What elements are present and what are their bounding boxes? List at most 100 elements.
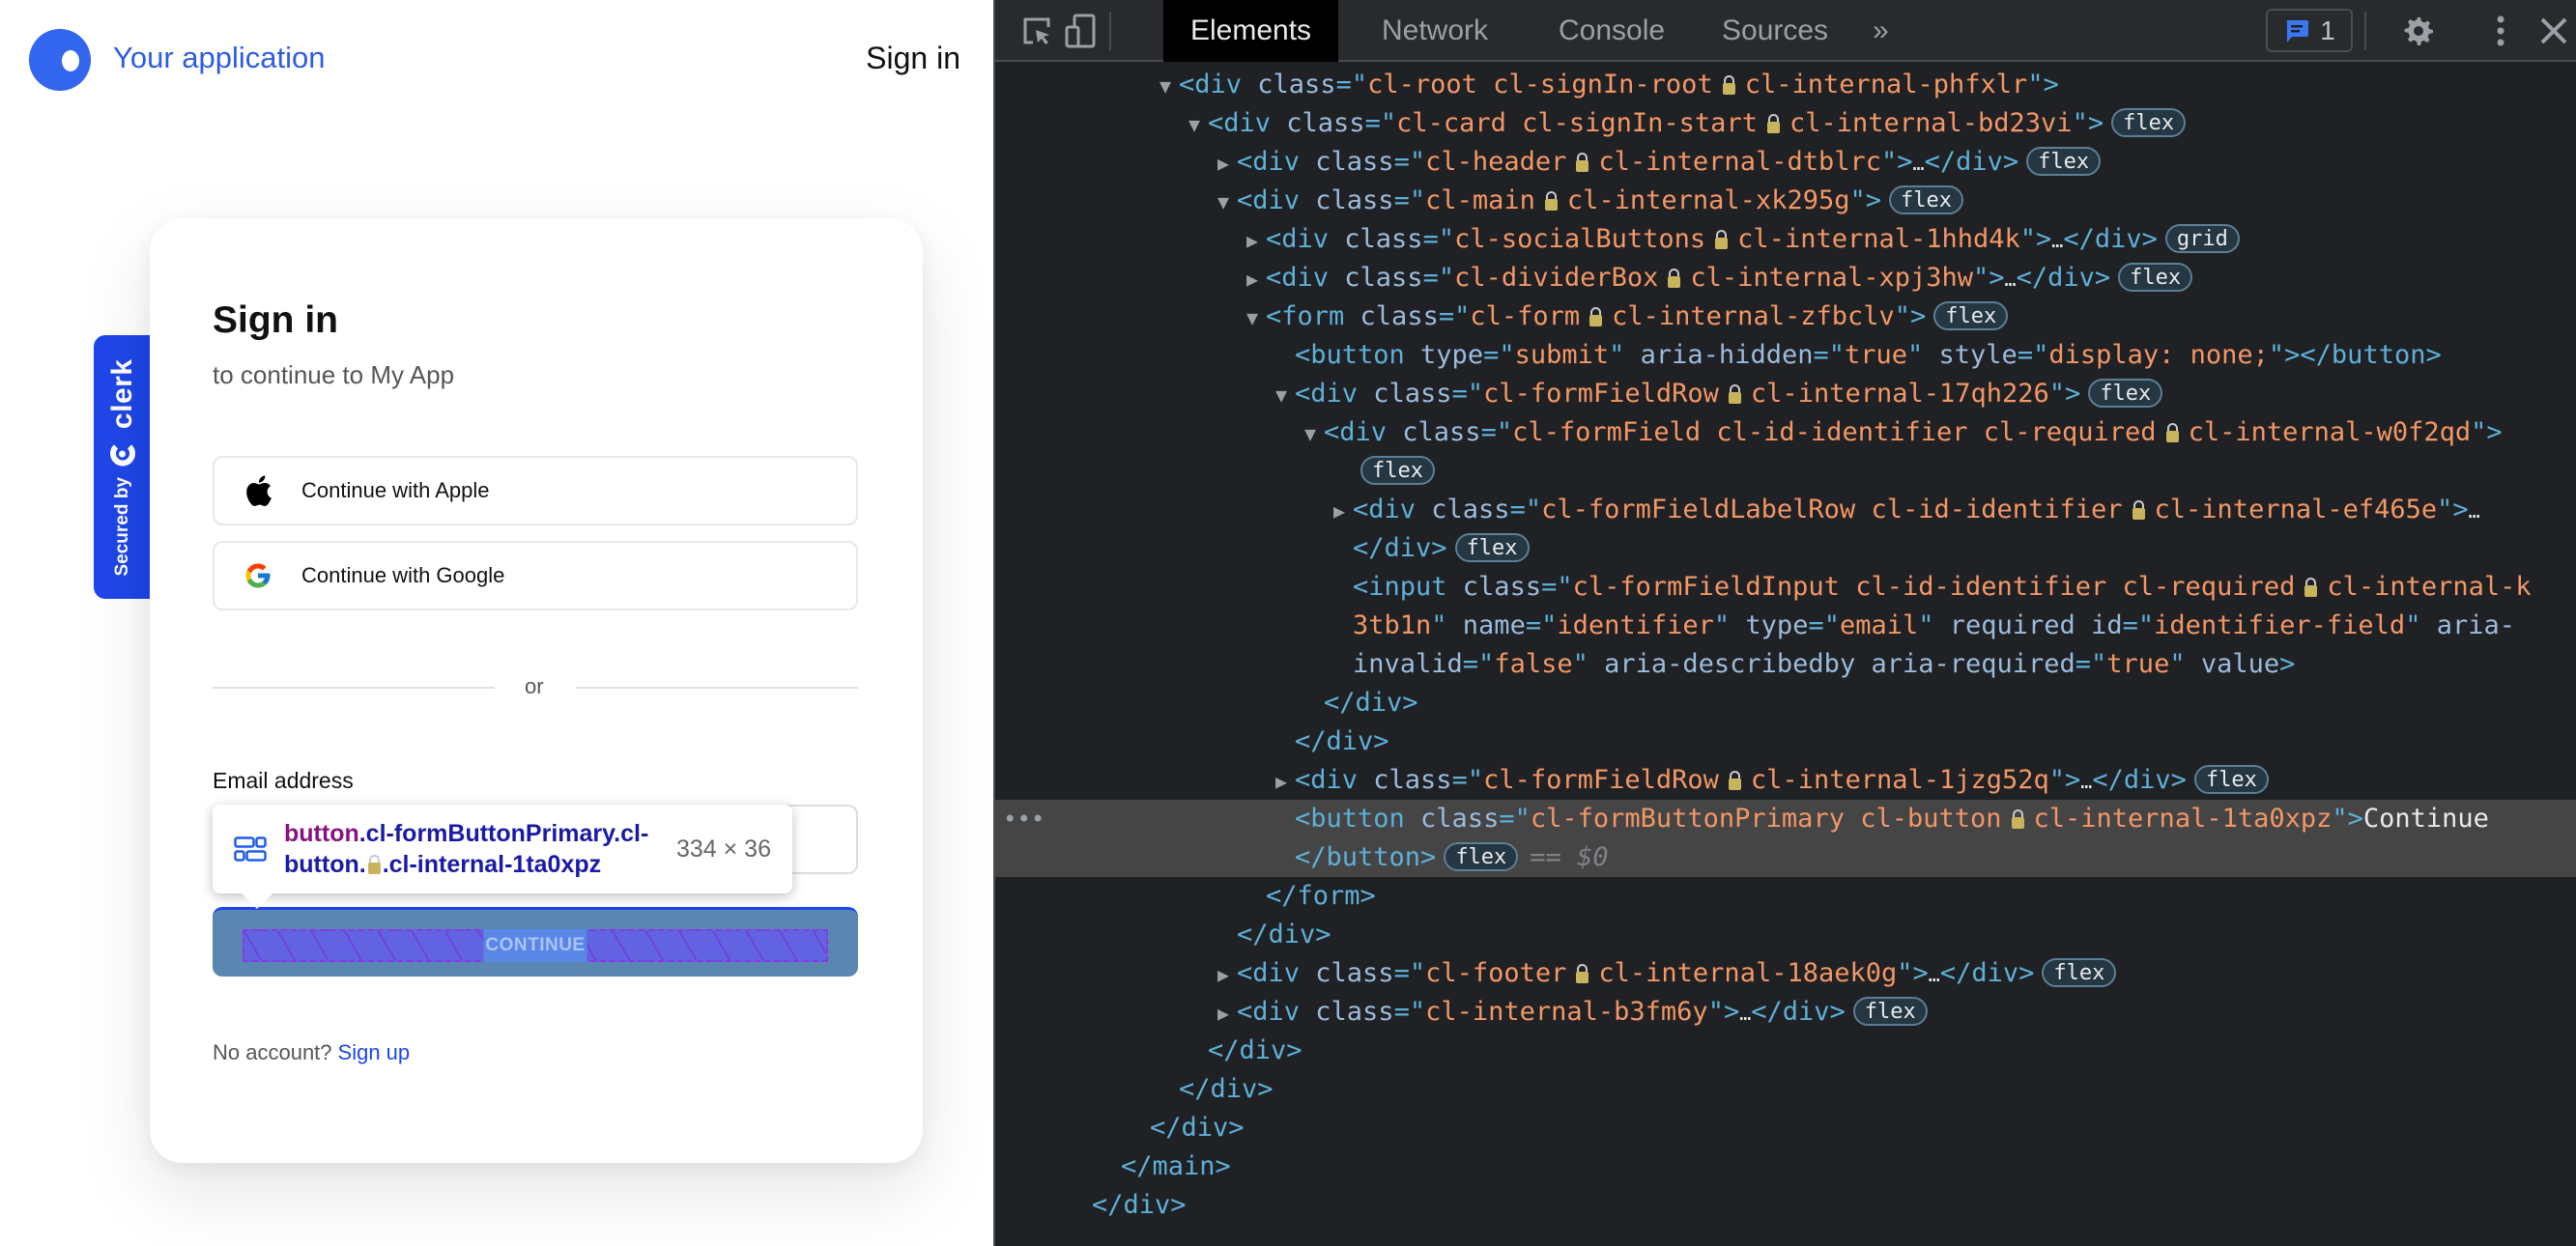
- collapsed-ellipsis[interactable]: …: [2005, 260, 2017, 298]
- app-brand-name[interactable]: Your application: [113, 41, 325, 75]
- layout-badge[interactable]: flex: [1933, 301, 2009, 330]
- collapse-triangle-icon[interactable]: ▼: [1217, 183, 1237, 221]
- continue-button[interactable]: CONTINUE: [213, 907, 858, 977]
- collapsed-ellipsis[interactable]: …: [2469, 492, 2480, 530]
- attr-value-token: cl-internal-zfbclv: [1612, 301, 1895, 331]
- expand-triangle-icon[interactable]: ▶: [1217, 994, 1237, 1033]
- dom-node-line[interactable]: ▼ <div class="cl-root cl-signIn-root cl-in…: [995, 66, 2576, 104]
- html-tag-token: </div>: [1353, 533, 1447, 563]
- dom-node-line[interactable]: ▶ <div class="cl-internal-b3fm6y">…</div>…: [995, 993, 2576, 1032]
- dom-node-selected[interactable]: <button class="cl-formButtonPrimary cl-b…: [995, 800, 2576, 838]
- dom-node-line[interactable]: </main>: [995, 1147, 2576, 1186]
- attr-value-token: cl-internal-1jzg52q: [1750, 765, 2049, 795]
- collapsed-ellipsis[interactable]: …: [1929, 955, 1940, 994]
- html-tag-token: ">: [2437, 495, 2469, 524]
- inspect-element-icon[interactable]: [1019, 14, 1054, 48]
- sign-up-link[interactable]: Sign up: [338, 1040, 411, 1064]
- expand-triangle-icon[interactable]: ▶: [1217, 144, 1237, 183]
- layout-badge[interactable]: flex: [1889, 185, 1963, 214]
- elements-dom-tree: ▼ <div class="cl-root cl-signIn-root cl-in…: [995, 64, 2576, 1246]
- close-devtools-icon[interactable]: [2536, 14, 2571, 48]
- attr-name-token: class: [1315, 185, 1394, 215]
- layout-badge[interactable]: flex: [2088, 379, 2163, 408]
- tab-elements[interactable]: Elements: [1163, 0, 1339, 62]
- layout-badge[interactable]: flex: [2111, 108, 2187, 137]
- more-tabs-button[interactable]: »: [1846, 0, 1916, 62]
- device-toolbar-icon[interactable]: [1063, 14, 1098, 48]
- html-tag-token: ">: [2019, 224, 2052, 254]
- clerk-secured-badge[interactable]: Secured by clerk: [94, 335, 152, 599]
- html-tag-token: =": [1422, 224, 1455, 254]
- dom-node-line[interactable]: ▼ <div class="cl-formFieldRow cl-internal-…: [995, 375, 2576, 413]
- attr-name-token: class: [1402, 417, 1481, 447]
- continue-with-google-button[interactable]: Continue with Google: [213, 541, 858, 610]
- collapsed-ellipsis[interactable]: …: [1739, 994, 1751, 1033]
- expand-triangle-icon[interactable]: ▶: [1333, 492, 1353, 530]
- tab-network[interactable]: Network: [1355, 0, 1515, 62]
- dom-node-line[interactable]: </div>: [995, 1109, 2576, 1147]
- lock-icon: [367, 855, 381, 874]
- layout-badge[interactable]: flex: [2026, 147, 2102, 176]
- dom-node-line[interactable]: ▼ <div class="cl-formField cl-id-identifi…: [995, 413, 2576, 452]
- layout-badge[interactable]: flex: [2193, 765, 2269, 794]
- dom-node-line[interactable]: ▶ <div class="cl-dividerBox cl-internal-xp…: [995, 259, 2576, 297]
- dom-node-line[interactable]: </div>: [995, 722, 2576, 761]
- layout-badge[interactable]: flex: [1360, 456, 1435, 485]
- dom-node-selected[interactable]: </button> flex == $0: [995, 838, 2576, 877]
- attr-value-token: cl-formFieldRow: [1483, 379, 1719, 409]
- layout-badge[interactable]: grid: [2164, 224, 2240, 253]
- header-sign-in-link[interactable]: Sign in: [866, 41, 960, 76]
- collapse-triangle-icon[interactable]: ▼: [1159, 67, 1179, 105]
- more-options-icon[interactable]: [2483, 14, 2518, 48]
- dom-node-line[interactable]: </div>: [995, 916, 2576, 954]
- dom-node-line[interactable]: <input class="cl-formFieldInput cl-id-id…: [995, 568, 2576, 607]
- expand-triangle-icon[interactable]: ▶: [1275, 762, 1295, 801]
- dom-node-line[interactable]: ▶ <div class="cl-formFieldRow cl-internal-…: [995, 761, 2576, 800]
- continue-with-apple-button[interactable]: Continue with Apple: [213, 456, 858, 525]
- dom-node-line[interactable]: ▼ <div class="cl-main cl-internal-xk295g">…: [995, 182, 2576, 220]
- collapsed-ellipsis[interactable]: …: [2080, 762, 2092, 801]
- dom-node-line[interactable]: invalid="false" aria-describedby aria-re…: [995, 645, 2576, 684]
- issues-count: 1: [2320, 14, 2335, 45]
- layout-badge[interactable]: flex: [1852, 997, 1928, 1026]
- dom-node-line[interactable]: </div> flex: [995, 529, 2576, 568]
- collapsed-ellipsis[interactable]: …: [2051, 221, 2063, 260]
- layout-badge[interactable]: flex: [1454, 533, 1530, 562]
- settings-gear-icon[interactable]: [2401, 14, 2436, 48]
- issues-button[interactable]: 1: [2266, 9, 2353, 52]
- dom-node-line[interactable]: </form>: [995, 877, 2576, 916]
- expand-triangle-icon[interactable]: ▶: [1246, 260, 1266, 298]
- layout-badge[interactable]: flex: [2118, 263, 2193, 292]
- html-tag-token: =": [1808, 610, 1840, 640]
- tab-sources[interactable]: Sources: [1695, 0, 1855, 62]
- dom-node-line[interactable]: 3tb1n" name="identifier" type="email" re…: [995, 607, 2576, 645]
- dom-node-line[interactable]: ▶ <div class="cl-footer cl-internal-18aek0…: [995, 954, 2576, 993]
- dom-node-line[interactable]: <button type="submit" aria-hidden="true"…: [995, 336, 2576, 375]
- collapse-triangle-icon[interactable]: ▼: [1246, 298, 1266, 337]
- dom-node-line[interactable]: ▶ <div class="cl-header cl-internal-dtblrc…: [995, 143, 2576, 182]
- dom-node-line[interactable]: ▼ <div class="cl-card cl-signIn-start cl-i…: [995, 104, 2576, 143]
- dom-node-line[interactable]: </div>: [995, 1032, 2576, 1070]
- expand-triangle-icon[interactable]: ▶: [1217, 955, 1237, 994]
- expand-triangle-icon[interactable]: ▶: [1246, 221, 1266, 260]
- dom-node-line[interactable]: ▶ <div class="cl-socialButtons cl-internal…: [995, 220, 2576, 259]
- collapse-triangle-icon[interactable]: ▼: [1188, 105, 1208, 144]
- dom-node-line[interactable]: </div>: [995, 684, 2576, 722]
- collapse-triangle-icon[interactable]: ▼: [1275, 376, 1295, 414]
- google-button-label: Continue with Google: [301, 563, 505, 587]
- dom-node-line[interactable]: flex: [995, 452, 2576, 491]
- app-logo-icon[interactable]: [29, 29, 91, 91]
- dom-node-line[interactable]: </div>: [995, 1186, 2576, 1225]
- layout-badge[interactable]: flex: [1444, 842, 1519, 871]
- layout-badge[interactable]: flex: [2042, 958, 2117, 987]
- dom-node-line[interactable]: </div>: [995, 1070, 2576, 1109]
- collapsed-ellipsis[interactable]: …: [1913, 144, 1925, 183]
- dom-node-line[interactable]: ▼ <form class="cl-form cl-internal-zfbclv"…: [995, 297, 2576, 336]
- html-tag-token: ">: [1897, 958, 1929, 988]
- dom-node-line[interactable]: ▶ <div class="cl-formFieldLabelRow cl-id-…: [995, 491, 2576, 529]
- tab-console[interactable]: Console: [1531, 0, 1692, 62]
- flex-layout-icon: [234, 836, 267, 862]
- node-actions-dots-icon[interactable]: •••: [1003, 800, 1045, 838]
- collapse-triangle-icon[interactable]: ▼: [1304, 414, 1324, 453]
- html-tag-token: </div>: [2092, 765, 2187, 795]
